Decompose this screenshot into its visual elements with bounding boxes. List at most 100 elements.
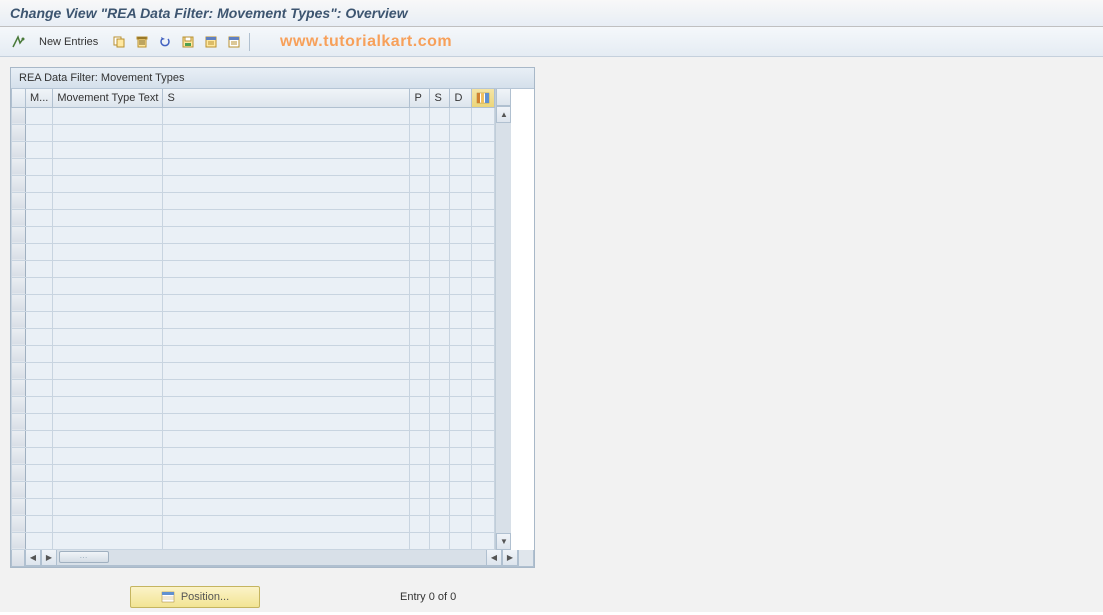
- cell-s[interactable]: [163, 532, 410, 549]
- cell-m[interactable]: [26, 498, 53, 515]
- cell-m[interactable]: [26, 107, 53, 124]
- cell-s[interactable]: [163, 413, 410, 430]
- cell-mvtext[interactable]: [53, 141, 163, 158]
- cell-d[interactable]: [450, 141, 472, 158]
- scroll-up-icon[interactable]: ▲: [496, 106, 511, 123]
- cell-s[interactable]: [163, 243, 410, 260]
- row-selector[interactable]: [12, 379, 26, 396]
- cell-s2[interactable]: [430, 192, 450, 209]
- cell-s[interactable]: [163, 209, 410, 226]
- row-selector[interactable]: [12, 396, 26, 413]
- row-selector[interactable]: [12, 277, 26, 294]
- scroll-right-icon[interactable]: ▶: [502, 550, 518, 566]
- cell-d[interactable]: [450, 124, 472, 141]
- cell-p[interactable]: [410, 192, 430, 209]
- cell-mvtext[interactable]: [53, 532, 163, 549]
- new-entries-button[interactable]: New Entries: [31, 32, 106, 52]
- row-selector[interactable]: [12, 498, 26, 515]
- scroll-up-top-icon[interactable]: [496, 89, 511, 106]
- row-selector[interactable]: [12, 158, 26, 175]
- cell-s2[interactable]: [430, 447, 450, 464]
- row-selector[interactable]: [12, 243, 26, 260]
- cell-s[interactable]: [163, 515, 410, 532]
- row-selector[interactable]: [12, 413, 26, 430]
- cell-s[interactable]: [163, 328, 410, 345]
- cell-s2[interactable]: [430, 107, 450, 124]
- delete-icon[interactable]: [132, 32, 152, 52]
- cell-d[interactable]: [450, 515, 472, 532]
- select-all-icon[interactable]: [201, 32, 221, 52]
- copy-icon[interactable]: [109, 32, 129, 52]
- cell-m[interactable]: [26, 481, 53, 498]
- cell-m[interactable]: [26, 379, 53, 396]
- row-selector[interactable]: [12, 107, 26, 124]
- cell-s2[interactable]: [430, 277, 450, 294]
- scroll-left-step-icon[interactable]: ▶: [41, 550, 57, 566]
- cell-m[interactable]: [26, 345, 53, 362]
- cell-m[interactable]: [26, 430, 53, 447]
- cell-m[interactable]: [26, 413, 53, 430]
- cell-s[interactable]: [163, 175, 410, 192]
- cell-s[interactable]: [163, 107, 410, 124]
- cell-s2[interactable]: [430, 498, 450, 515]
- toggle-icon[interactable]: [8, 32, 28, 52]
- cell-s2[interactable]: [430, 481, 450, 498]
- cell-s2[interactable]: [430, 311, 450, 328]
- cell-s[interactable]: [163, 124, 410, 141]
- cell-d[interactable]: [450, 396, 472, 413]
- cell-s[interactable]: [163, 464, 410, 481]
- cell-s[interactable]: [163, 430, 410, 447]
- cell-m[interactable]: [26, 532, 53, 549]
- cell-s2[interactable]: [430, 260, 450, 277]
- cell-m[interactable]: [26, 192, 53, 209]
- cell-s[interactable]: [163, 481, 410, 498]
- cell-p[interactable]: [410, 345, 430, 362]
- cell-s2[interactable]: [430, 243, 450, 260]
- cell-p[interactable]: [410, 464, 430, 481]
- cell-d[interactable]: [450, 243, 472, 260]
- cell-mvtext[interactable]: [53, 430, 163, 447]
- cell-m[interactable]: [26, 515, 53, 532]
- cell-s[interactable]: [163, 447, 410, 464]
- cell-p[interactable]: [410, 515, 430, 532]
- cell-s[interactable]: [163, 141, 410, 158]
- cell-s2[interactable]: [430, 464, 450, 481]
- cell-s[interactable]: [163, 362, 410, 379]
- row-selector[interactable]: [12, 328, 26, 345]
- cell-s2[interactable]: [430, 345, 450, 362]
- cell-s[interactable]: [163, 379, 410, 396]
- cell-m[interactable]: [26, 311, 53, 328]
- cell-d[interactable]: [450, 175, 472, 192]
- cell-m[interactable]: [26, 294, 53, 311]
- cell-mvtext[interactable]: [53, 107, 163, 124]
- cell-s[interactable]: [163, 158, 410, 175]
- cell-m[interactable]: [26, 243, 53, 260]
- cell-d[interactable]: [450, 260, 472, 277]
- column-header-d[interactable]: D: [450, 89, 472, 107]
- scroll-left-icon[interactable]: ◀: [25, 550, 41, 566]
- cell-s2[interactable]: [430, 328, 450, 345]
- cell-s2[interactable]: [430, 141, 450, 158]
- cell-m[interactable]: [26, 362, 53, 379]
- configure-columns-icon[interactable]: [472, 89, 495, 107]
- horizontal-scroll-track[interactable]: ⋯: [57, 550, 486, 566]
- cell-p[interactable]: [410, 175, 430, 192]
- cell-mvtext[interactable]: [53, 515, 163, 532]
- cell-mvtext[interactable]: [53, 328, 163, 345]
- column-header-s2[interactable]: S: [430, 89, 450, 107]
- vertical-scroll-track[interactable]: [496, 123, 511, 533]
- cell-d[interactable]: [450, 464, 472, 481]
- cell-s[interactable]: [163, 311, 410, 328]
- row-selector[interactable]: [12, 362, 26, 379]
- row-selector-header[interactable]: [12, 89, 26, 107]
- cell-d[interactable]: [450, 311, 472, 328]
- cell-s2[interactable]: [430, 413, 450, 430]
- cell-p[interactable]: [410, 158, 430, 175]
- cell-d[interactable]: [450, 345, 472, 362]
- cell-d[interactable]: [450, 107, 472, 124]
- cell-p[interactable]: [410, 311, 430, 328]
- row-selector[interactable]: [12, 447, 26, 464]
- cell-p[interactable]: [410, 226, 430, 243]
- row-selector[interactable]: [12, 515, 26, 532]
- cell-mvtext[interactable]: [53, 277, 163, 294]
